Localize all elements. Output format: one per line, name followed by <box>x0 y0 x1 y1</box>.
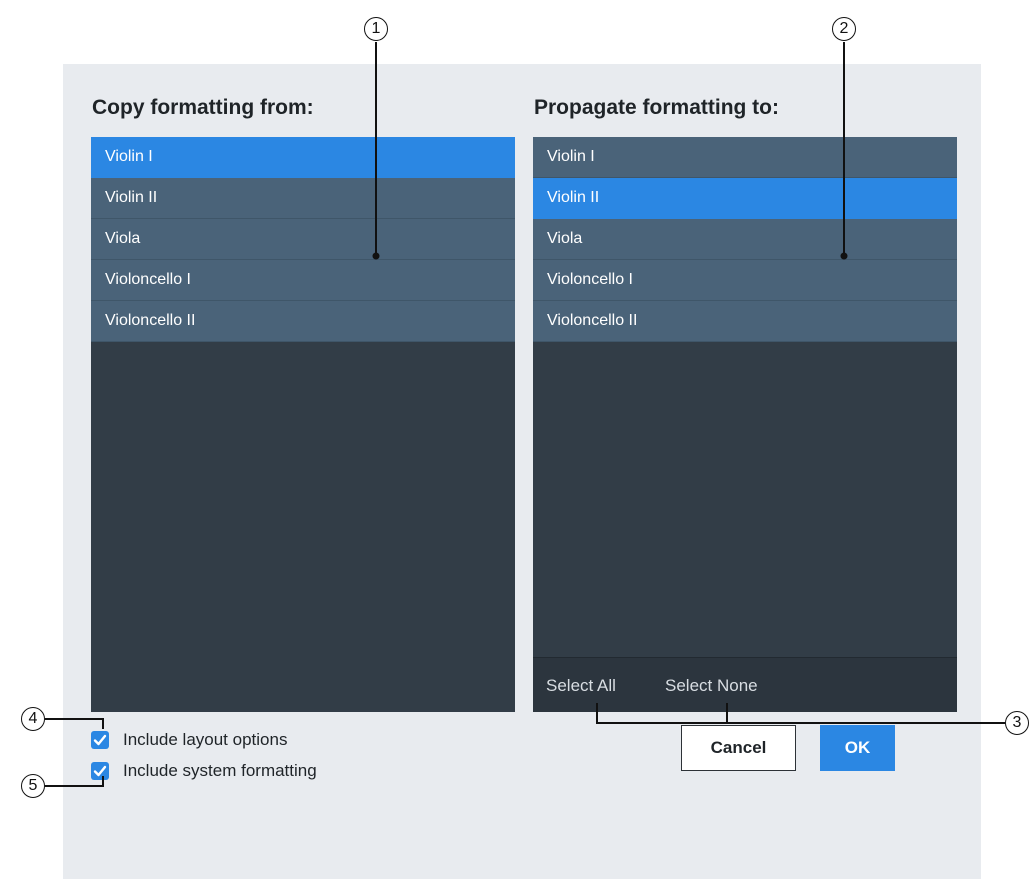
callout-3-marker: 3 <box>1005 711 1029 735</box>
callout-3-line <box>596 703 1005 724</box>
callout-leader-lines <box>45 42 1005 787</box>
callout-5-line <box>45 776 104 787</box>
callout-2-dot <box>840 252 848 260</box>
callout-4-marker: 4 <box>21 707 45 731</box>
callout-1-dot <box>372 252 380 260</box>
callout-2-marker: 2 <box>832 17 856 41</box>
callout-5-marker: 5 <box>21 774 45 798</box>
callout-1-marker: 1 <box>364 17 388 41</box>
callout-4-line <box>45 718 104 729</box>
